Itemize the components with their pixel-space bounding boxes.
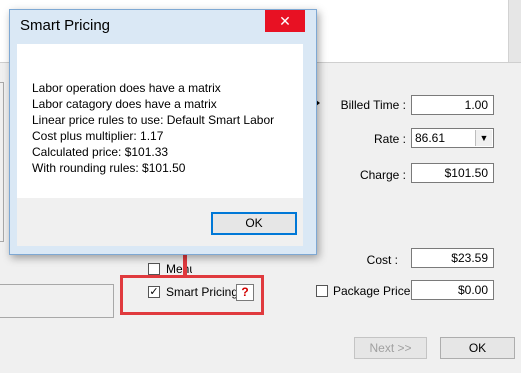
- charge-field[interactable]: $101.50: [411, 163, 494, 183]
- rate-label: Rate :: [373, 132, 406, 146]
- cost-field[interactable]: $23.59: [411, 248, 494, 268]
- package-price-checkbox[interactable]: [316, 285, 328, 297]
- background-left-panel: [0, 82, 4, 242]
- rate-select[interactable]: 86.61 ▼: [411, 128, 494, 148]
- cost-label: Cost :: [366, 253, 398, 267]
- message-line: Calculated price: $101.33: [32, 145, 169, 159]
- dialog-message-area: Labor operation does have a matrix Labor…: [17, 44, 303, 198]
- package-price-field[interactable]: $0.00: [411, 280, 494, 300]
- annotation-highlight-box: [120, 275, 264, 315]
- dialog-title: Smart Pricing: [20, 17, 111, 34]
- background-text-box[interactable]: [0, 284, 114, 318]
- charge-label: Charge :: [359, 168, 406, 182]
- dialog-ok-button[interactable]: OK: [211, 212, 297, 235]
- menu-checkbox[interactable]: [148, 263, 160, 275]
- chevron-down-icon[interactable]: ▼: [475, 130, 492, 146]
- message-line: Labor catagory does have a matrix: [32, 97, 217, 111]
- message-line: With rounding rules: $101.50: [32, 161, 186, 175]
- dialog-close-button[interactable]: ✕: [265, 10, 305, 32]
- next-button[interactable]: Next >>: [354, 337, 427, 359]
- message-line: Labor operation does have a matrix: [32, 81, 221, 95]
- billed-time-field[interactable]: 1.00: [411, 95, 494, 115]
- close-icon: ✕: [279, 13, 291, 29]
- message-line: Linear price rules to use: Default Smart…: [32, 113, 275, 127]
- billed-time-label: Billed Time :: [340, 98, 406, 112]
- package-price-label: Package Price :: [333, 284, 418, 298]
- background-scrollbar[interactable]: [508, 0, 521, 62]
- ok-button[interactable]: OK: [440, 337, 515, 359]
- rate-value: 86.61: [415, 131, 446, 145]
- message-line: Cost plus multiplier: 1.17: [32, 129, 164, 143]
